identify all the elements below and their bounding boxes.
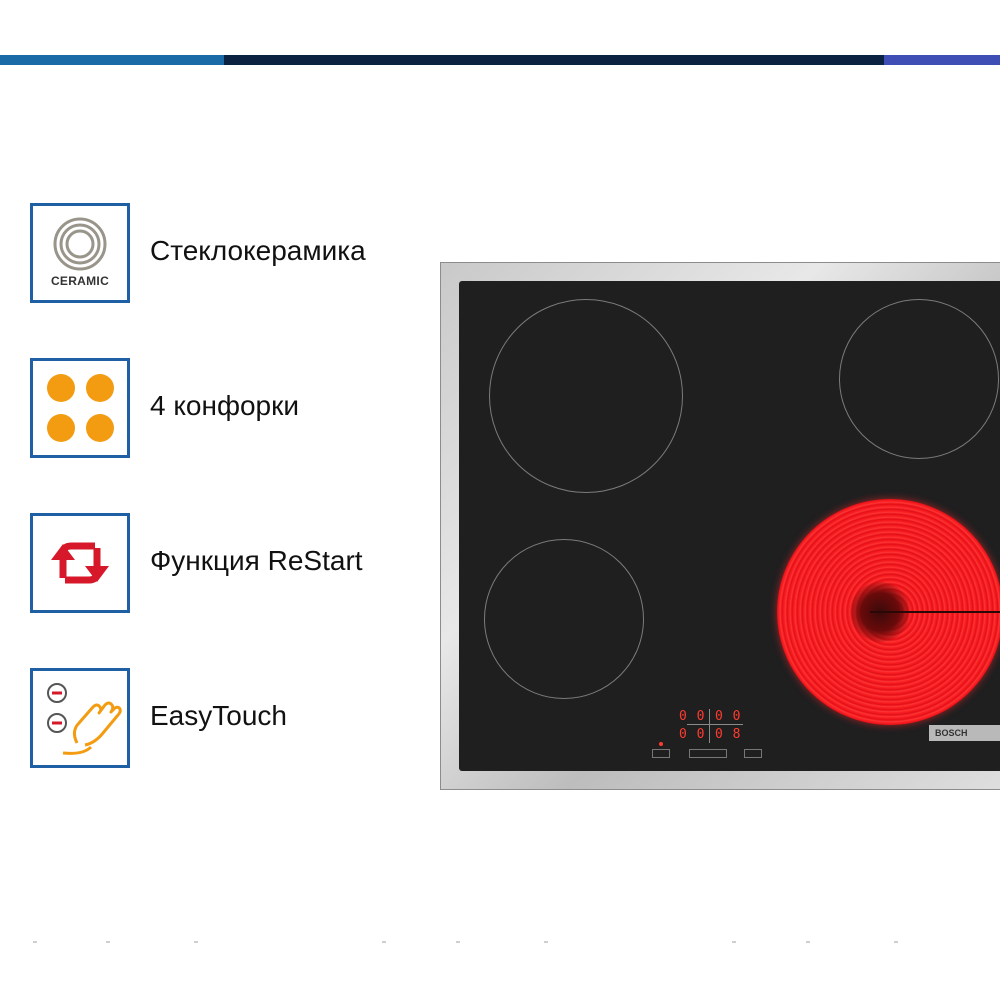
- feature-label-restart: Функция ReStart: [150, 545, 363, 576]
- decorative-dot: [806, 941, 810, 943]
- decorative-dot: [106, 941, 110, 943]
- ceramic-rings-icon: CERAMIC: [30, 203, 130, 303]
- top-accent-bar: [0, 55, 1000, 65]
- easytouch-hand-icon: [30, 668, 130, 768]
- display-left-bottom: 0 0: [679, 727, 706, 742]
- product-hob-image: 0 0 0 0 0 0 0 8 BOSCH: [440, 262, 1000, 790]
- display-right-top: 0 0: [715, 709, 742, 724]
- power-indicator-light: [659, 742, 663, 746]
- cooking-zone-rear-left: [489, 299, 683, 493]
- timer-button: [744, 749, 762, 758]
- feature-four-burners: 4 конфорки: [30, 358, 430, 458]
- decorative-dot: [456, 941, 460, 943]
- control-panel-divider: [687, 724, 743, 725]
- top-bar-left-segment: [0, 55, 224, 65]
- cooking-zone-rear-right: [839, 299, 999, 459]
- top-bar-middle-segment: [224, 55, 884, 65]
- feature-label-four-burners: 4 конфорки: [150, 390, 300, 421]
- minus-plus-buttons: [689, 749, 727, 758]
- feature-restart: Функция ReStart: [30, 513, 430, 613]
- feature-label-ceramic: Стеклокерамика: [150, 235, 366, 266]
- cooking-zone-front-left: [484, 539, 644, 699]
- ceramic-icon-text: CERAMIC: [50, 274, 110, 288]
- restart-arrows-icon: [30, 513, 130, 613]
- decorative-dot: [33, 941, 37, 943]
- control-panel-divider-vertical: [709, 709, 710, 743]
- feature-easytouch: EasyTouch: [30, 668, 430, 768]
- decorative-dot: [894, 941, 898, 943]
- feature-ceramic: CERAMIC Стеклокерамика: [30, 203, 430, 303]
- heating-element-rod: [870, 611, 1000, 613]
- top-bar-right-segment: [884, 55, 1000, 65]
- cooking-zone-front-right-heated: [777, 499, 1000, 725]
- display-left-top: 0 0: [679, 709, 706, 724]
- four-burners-icon: [30, 358, 130, 458]
- decorative-dot: [382, 941, 386, 943]
- ceramic-glass-surface: 0 0 0 0 0 0 0 8: [459, 281, 1000, 771]
- feature-label-easytouch: EasyTouch: [150, 700, 287, 731]
- decorative-dot: [194, 941, 198, 943]
- display-right-bottom: 0 8: [715, 727, 742, 742]
- power-button: [652, 749, 670, 758]
- decorative-dot: [732, 941, 736, 943]
- brand-logo-plate: BOSCH: [929, 725, 1000, 741]
- decorative-dot: [544, 941, 548, 943]
